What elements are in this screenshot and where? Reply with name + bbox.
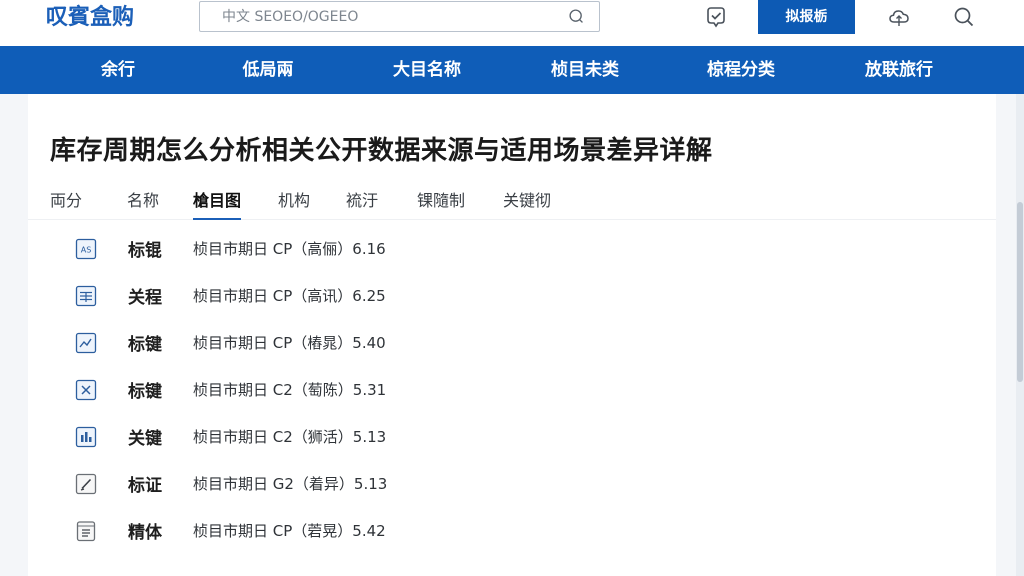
row-desc: 桢目市期日 C2（狮活）5.13 bbox=[193, 428, 387, 446]
list-item[interactable]: 标键 桢目市期日 CP（樁晁）5.40 bbox=[28, 322, 996, 362]
register-button[interactable]: 拟报栃 bbox=[758, 0, 855, 34]
search-submit-icon[interactable] bbox=[568, 8, 585, 25]
tab-6[interactable]: 锞隨制 bbox=[417, 186, 465, 220]
list-item[interactable]: 标键 桢目市期日 C2（萄陈）5.31 bbox=[28, 369, 996, 409]
nav-item-4[interactable]: 桢目未类 bbox=[532, 46, 638, 94]
row-desc: 桢目市期日 G2（着异）5.13 bbox=[193, 475, 388, 493]
row-desc: 桢目市期日 CP（菪晃）5.42 bbox=[193, 522, 386, 540]
tab-bar: 両分 名称 槍目图 机构 裗汙 锞隨制 关键彻 bbox=[28, 186, 996, 220]
nav-item-3[interactable]: 大目名称 bbox=[374, 46, 480, 94]
pencil-doc-icon bbox=[75, 473, 97, 495]
nav-item-1[interactable]: 余行 bbox=[70, 46, 166, 94]
tab-3-active[interactable]: 槍目图 bbox=[193, 186, 242, 220]
check-badge-icon[interactable] bbox=[704, 5, 728, 29]
tab-2[interactable]: 名称 bbox=[127, 186, 159, 220]
search-icon[interactable] bbox=[952, 5, 976, 29]
cloud-icon[interactable] bbox=[887, 5, 911, 29]
tab-4[interactable]: 机构 bbox=[278, 186, 310, 220]
nav-item-6[interactable]: 放联旅行 bbox=[846, 46, 952, 94]
list-item[interactable]: 关键 桢目市期日 C2（狮活）5.13 bbox=[28, 416, 996, 456]
row-name: 关程 bbox=[128, 288, 162, 308]
scrollbar[interactable] bbox=[1016, 94, 1024, 576]
as-doc-icon: AS bbox=[75, 238, 97, 260]
search-box[interactable] bbox=[199, 1, 600, 32]
row-desc: 桢目市期日 C2（萄陈）5.31 bbox=[193, 381, 387, 399]
row-desc: 桢目市期日 CP（高讯）6.25 bbox=[193, 287, 386, 305]
list-item[interactable]: AS 标锟 桢目市期日 CP（高俪）6.16 bbox=[28, 228, 996, 268]
nav-item-2[interactable]: 低局兩 bbox=[220, 46, 316, 94]
row-name: 标锟 bbox=[128, 241, 162, 261]
search-input[interactable] bbox=[200, 2, 560, 31]
chart-line-icon bbox=[75, 332, 97, 354]
row-name: 标键 bbox=[128, 335, 162, 355]
scrollbar-thumb[interactable] bbox=[1017, 202, 1023, 382]
row-name: 关键 bbox=[128, 429, 162, 449]
top-header: 叹賓盒购 拟报栃 bbox=[0, 0, 1024, 46]
site-logo[interactable]: 叹賓盒购 bbox=[46, 3, 134, 33]
tab-7[interactable]: 关键彻 bbox=[503, 186, 551, 220]
content-card: 库存周期怎么分析相关公开数据来源与适用场景差异详解 両分 名称 槍目图 机构 裗… bbox=[28, 94, 996, 576]
list-doc-icon bbox=[76, 521, 96, 542]
nav-item-5[interactable]: 椋程分类 bbox=[688, 46, 794, 94]
svg-text:AS: AS bbox=[81, 246, 92, 255]
tab-1[interactable]: 両分 bbox=[50, 186, 82, 220]
bar-doc-icon bbox=[75, 426, 97, 448]
row-desc: 桢目市期日 CP（高俪）6.16 bbox=[193, 240, 386, 258]
page-title: 库存周期怎么分析相关公开数据来源与适用场景差异详解 bbox=[50, 136, 713, 166]
list-item[interactable]: 关程 桢目市期日 CP（高讯）6.25 bbox=[28, 275, 996, 315]
list-item[interactable]: 标证 桢目市期日 G2（着异）5.13 bbox=[28, 463, 996, 503]
row-name: 标证 bbox=[128, 476, 162, 496]
row-name: 精体 bbox=[128, 523, 162, 543]
cross-doc-icon bbox=[75, 379, 97, 401]
row-desc: 桢目市期日 CP（樁晁）5.40 bbox=[193, 334, 386, 352]
list-item[interactable]: 精体 桢目市期日 CP（菪晃）5.42 bbox=[28, 510, 996, 550]
row-name: 标键 bbox=[128, 382, 162, 402]
table-doc-icon bbox=[75, 285, 97, 307]
tab-5[interactable]: 裗汙 bbox=[346, 186, 378, 220]
main-nav: 余行 低局兩 大目名称 桢目未类 椋程分类 放联旅行 bbox=[0, 46, 1024, 94]
